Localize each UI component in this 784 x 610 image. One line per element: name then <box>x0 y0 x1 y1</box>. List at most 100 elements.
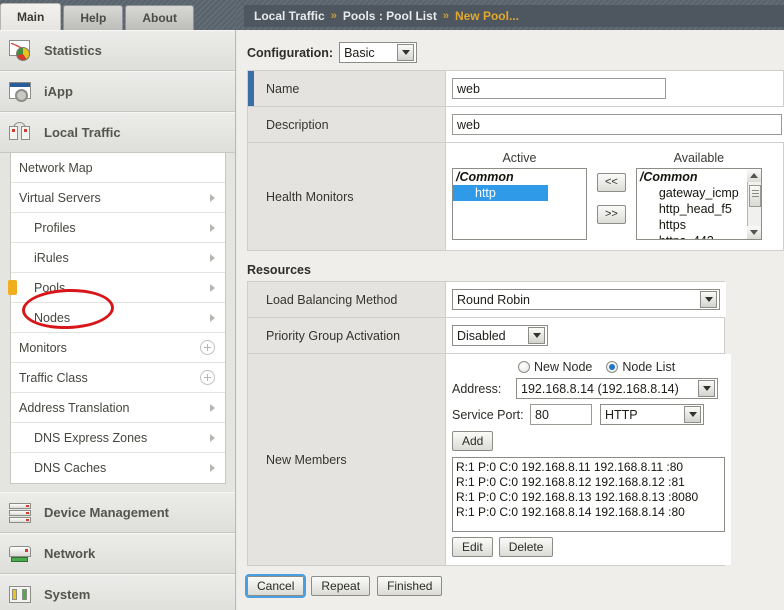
service-protocol-value: HTTP <box>605 407 638 422</box>
tab-help[interactable]: Help <box>63 5 124 30</box>
active-monitors-column: Active /Common http <box>452 151 587 240</box>
system-icon <box>8 583 34 607</box>
new-members-row: New Members New Node Node List Address: … <box>247 353 731 566</box>
sidebar-item-profiles[interactable]: Profiles <box>11 213 225 243</box>
pool-member-row[interactable]: R:1 P:0 C:0 192.168.8.12 192.168.8.12 :8… <box>456 475 721 490</box>
sidebar-item-nodes[interactable]: Nodes <box>11 303 225 333</box>
cancel-button[interactable]: Cancel <box>244 574 307 598</box>
description-input[interactable] <box>452 114 782 135</box>
configuration-select[interactable]: Basic <box>339 42 418 63</box>
highlight-marker <box>8 280 17 295</box>
bigip-config-page: Main Help About Local Traffic » Pools : … <box>0 0 784 610</box>
sidebar-item-monitors[interactable]: Monitors <box>11 333 225 363</box>
address-row: Address: 192.168.8.14 (192.168.8.14) <box>452 378 718 399</box>
radio-new-node[interactable] <box>518 361 530 373</box>
sidebar-item-virtual-servers[interactable]: Virtual Servers <box>11 183 225 213</box>
sidebar-item-pools[interactable]: Pools <box>8 273 225 303</box>
move-left-button[interactable]: << <box>597 173 626 192</box>
address-value: 192.168.8.14 (192.168.8.14) <box>521 381 679 396</box>
active-monitor-item[interactable]: http <box>453 185 548 201</box>
plus-icon[interactable] <box>200 340 215 355</box>
service-port-row: Service Port: HTTP <box>452 404 704 425</box>
priority-group-activation-select[interactable]: Disabled <box>452 325 548 346</box>
repeat-button[interactable]: Repeat <box>311 576 371 596</box>
device-management-icon <box>8 501 34 525</box>
sidebar-item-dns-express-zones[interactable]: DNS Express Zones <box>11 423 225 453</box>
available-list-scrollbar[interactable] <box>746 169 761 239</box>
sidebar-item-label: Nodes <box>34 310 71 325</box>
health-monitors-label: Health Monitors <box>248 143 446 250</box>
chevron-right-icon <box>210 464 215 472</box>
chevron-right-icon <box>210 253 215 262</box>
service-protocol-select[interactable]: HTTP <box>600 404 704 425</box>
breadcrumb-separator: » <box>330 10 337 22</box>
chevron-right-icon <box>210 313 215 322</box>
breadcrumb-item-local-traffic[interactable]: Local Traffic <box>254 9 325 23</box>
sidebar-group-label: iApp <box>44 84 73 99</box>
available-monitor-item[interactable]: http_head_f5 <box>637 201 761 217</box>
sidebar-item-dns-caches[interactable]: DNS Caches <box>11 453 225 483</box>
sidebar-group-system[interactable]: System <box>0 574 235 610</box>
configuration-row: Configuration: Basic <box>237 30 784 70</box>
breadcrumb-item-pool-list[interactable]: Pools : Pool List <box>343 9 437 23</box>
chevron-right-icon <box>210 433 215 442</box>
new-members-label: New Members <box>248 354 446 565</box>
sidebar-group-network[interactable]: Network <box>0 533 235 574</box>
load-balancing-method-value: Round Robin <box>457 292 530 307</box>
load-balancing-method-select[interactable]: Round Robin <box>452 289 720 310</box>
sidebar-group-label: Statistics <box>44 43 102 58</box>
pool-member-row[interactable]: R:1 P:0 C:0 192.168.8.11 192.168.8.11 :8… <box>456 460 721 475</box>
load-balancing-method-label: Load Balancing Method <box>248 282 446 317</box>
pool-member-row[interactable]: R:1 P:0 C:0 192.168.8.14 192.168.8.14 :8… <box>456 505 721 520</box>
priority-group-activation-value: Disabled <box>457 328 506 343</box>
pool-members-list[interactable]: R:1 P:0 C:0 192.168.8.11 192.168.8.11 :8… <box>452 457 725 532</box>
name-input[interactable] <box>452 78 666 99</box>
delete-member-button[interactable]: Delete <box>498 537 554 557</box>
sidebar-group-statistics[interactable]: Statistics <box>0 30 235 71</box>
chevron-right-icon <box>210 283 215 292</box>
chevron-right-icon <box>210 403 215 412</box>
pool-member-row[interactable]: R:1 P:0 C:0 192.168.8.13 192.168.8.13 :8… <box>456 490 721 505</box>
available-monitor-item[interactable]: https_443 <box>637 233 761 239</box>
breadcrumb-bar: Local Traffic » Pools : Pool List » New … <box>236 0 784 30</box>
sidebar-item-label: Profiles <box>34 220 76 235</box>
sidebar-group-iapp[interactable]: iApp <box>0 71 235 112</box>
configuration-label: Configuration: <box>247 45 334 60</box>
plus-icon[interactable] <box>200 370 215 385</box>
radio-node-list[interactable] <box>606 361 619 373</box>
scroll-up-icon[interactable] <box>747 169 761 182</box>
scrollbar-thumb[interactable] <box>748 185 761 207</box>
sidebar-item-traffic-class[interactable]: Traffic Class <box>11 363 225 393</box>
tab-about[interactable]: About <box>125 5 195 30</box>
sidebar-item-label: DNS Express Zones <box>34 430 148 445</box>
monitor-move-buttons: << >> <box>597 173 626 224</box>
edit-member-button[interactable]: Edit <box>452 537 493 557</box>
available-monitor-item[interactable]: https <box>637 217 761 233</box>
add-member-button[interactable]: Add <box>452 431 494 451</box>
available-caption: Available <box>673 151 725 165</box>
sidebar-item-address-translation[interactable]: Address Translation <box>11 393 225 423</box>
available-monitors-list[interactable]: /Common gateway_icmp http_head_f5 https … <box>635 168 762 240</box>
chevron-down-icon <box>397 44 415 61</box>
sidebar-item-label: iRules <box>34 250 69 265</box>
sidebar-group-local-traffic[interactable]: Local Traffic <box>0 112 235 153</box>
local-traffic-submenu: Network Map Virtual Servers Profiles iRu… <box>8 153 226 484</box>
tab-main[interactable]: Main <box>0 3 62 30</box>
active-monitors-list[interactable]: /Common http <box>452 168 587 240</box>
resources-section-title: Resources <box>247 263 311 277</box>
sidebar-item-network-map[interactable]: Network Map <box>11 153 225 183</box>
available-monitor-item[interactable]: gateway_icmp <box>637 185 761 201</box>
sidebar-group-device-management[interactable]: Device Management <box>0 492 235 533</box>
sidebar-group-label: Network <box>44 546 96 561</box>
scroll-down-icon[interactable] <box>747 226 761 239</box>
form-footer-buttons: Cancel Repeat Finished <box>244 574 784 598</box>
sidebar-item-irules[interactable]: iRules <box>11 243 225 273</box>
active-caption: Active <box>502 151 537 165</box>
address-select[interactable]: 192.168.8.14 (192.168.8.14) <box>516 378 718 399</box>
finished-button[interactable]: Finished <box>377 576 443 596</box>
move-right-button[interactable]: >> <box>597 205 626 224</box>
service-port-input[interactable] <box>530 404 592 425</box>
configuration-select-value: Basic <box>344 45 375 60</box>
node-source-radio-group: New Node Node List <box>452 360 685 374</box>
breadcrumb-item-new-pool: New Pool... <box>454 9 519 23</box>
